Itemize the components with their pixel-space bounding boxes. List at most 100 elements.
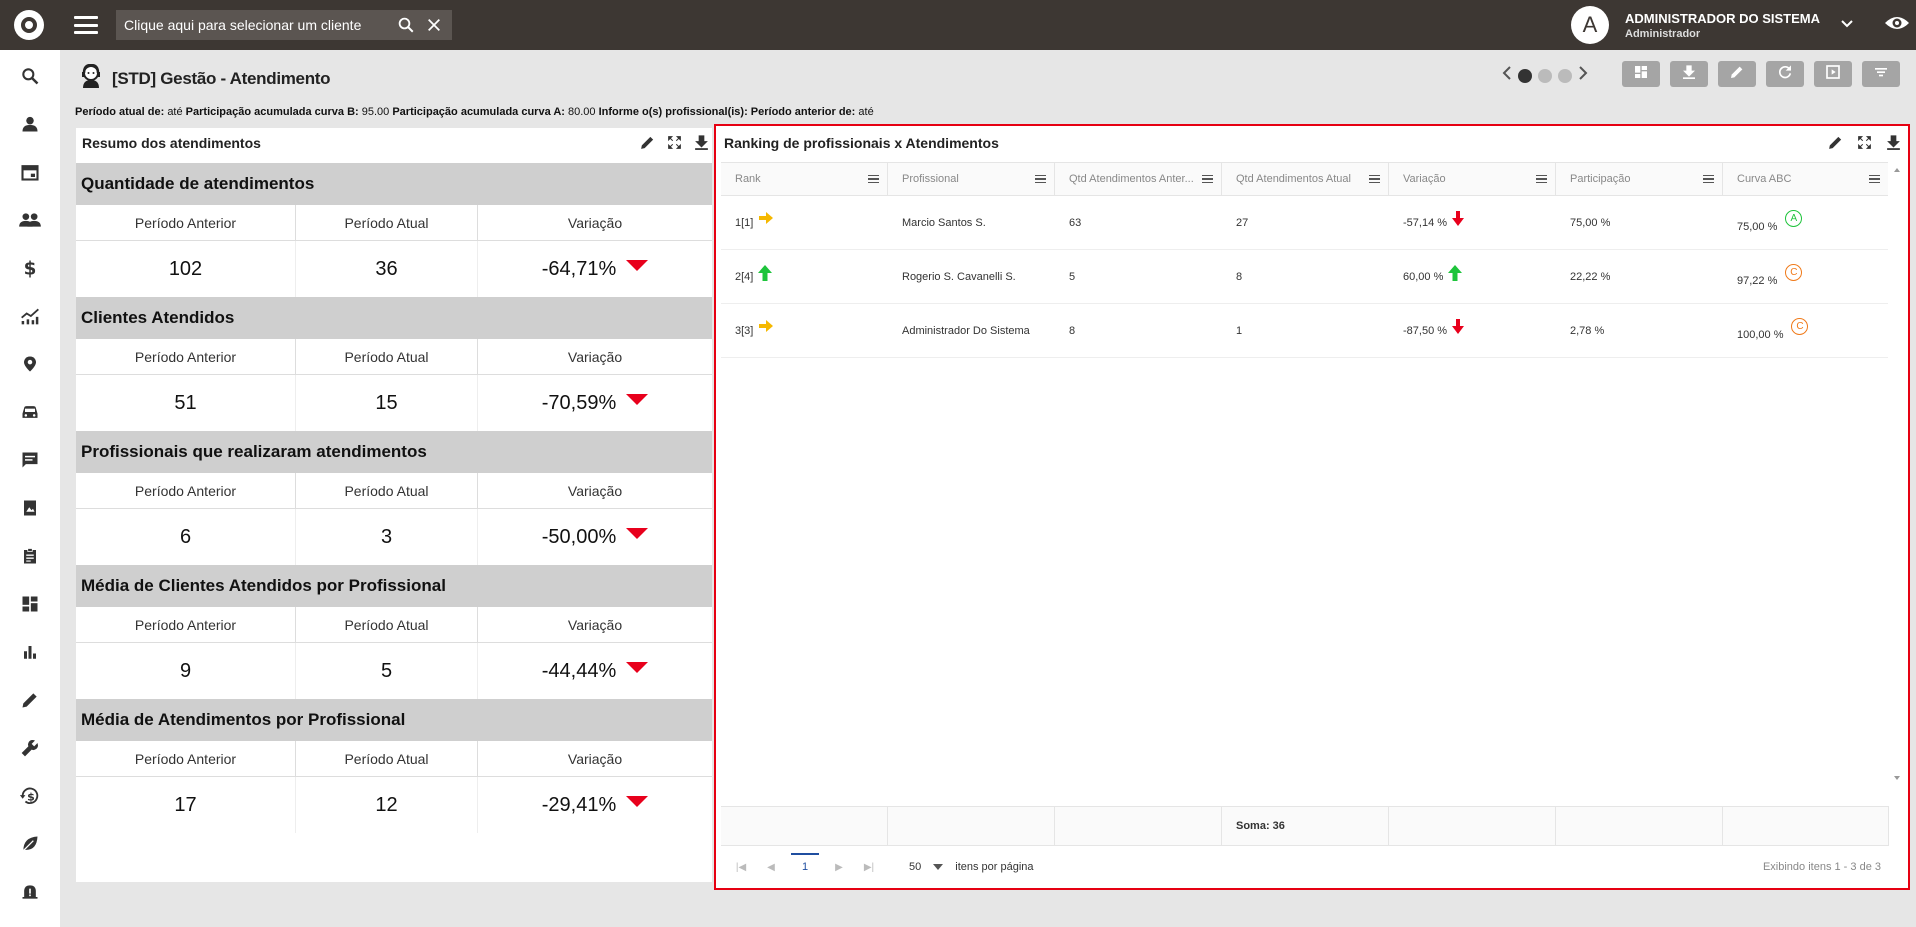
user-role: Administrador (1625, 27, 1701, 40)
metric-block: Clientes Atendidos Período Anterior Perío… (76, 297, 712, 431)
sidebar: $ $ (0, 50, 60, 927)
prev-page-button[interactable]: ◀ (761, 857, 781, 877)
participacao-cell: 2,78 % (1570, 324, 1605, 337)
value-prev: 51 (76, 375, 296, 431)
table-row[interactable]: 2[4] Rogerio S. Cavanelli S. 5 8 60,00 %… (721, 250, 1889, 304)
chevron-down-icon[interactable] (1840, 16, 1854, 34)
column-header[interactable]: Participação (1556, 163, 1723, 195)
chevron-right-icon[interactable] (1578, 65, 1588, 86)
client-search-input[interactable] (124, 17, 390, 33)
column-header[interactable]: Curva ABC (1723, 163, 1889, 195)
car-icon[interactable] (18, 400, 42, 424)
pencil-icon[interactable] (1827, 134, 1844, 156)
download-icon[interactable] (1885, 134, 1902, 156)
support-agent-icon (80, 63, 102, 93)
page-number[interactable]: 1 (791, 853, 819, 875)
group-icon[interactable] (18, 208, 42, 232)
column-header[interactable]: Variação (1389, 163, 1556, 195)
panel-title: Resumo dos atendimentos (82, 135, 261, 151)
curve-c-badge: C (1785, 264, 1803, 281)
bar-chart-icon[interactable] (18, 640, 42, 664)
last-page-button[interactable]: ▶| (859, 857, 879, 877)
expand-icon[interactable] (1856, 134, 1873, 156)
location-icon[interactable] (18, 352, 42, 376)
download-icon[interactable] (693, 134, 710, 156)
page-dot[interactable] (1558, 68, 1572, 83)
chevron-left-icon[interactable] (1502, 65, 1512, 86)
page-size-select[interactable]: 50 (909, 861, 944, 873)
presentation-button[interactable] (1814, 61, 1852, 87)
rank-cell: 3[3] (735, 324, 754, 337)
ranking-grid: Rank Profissional Qtd Atendimentos Anter… (721, 162, 1889, 358)
column-menu-icon[interactable] (1536, 174, 1547, 184)
variacao-cell: 60,00 % (1403, 270, 1444, 283)
leaf-icon[interactable] (18, 832, 42, 856)
column-header[interactable]: Rank (721, 163, 888, 195)
first-page-button[interactable]: |◀ (731, 857, 751, 877)
column-header[interactable]: Qtd Atendimentos Atual (1222, 163, 1389, 195)
app-logo[interactable] (14, 10, 44, 40)
expand-icon[interactable] (666, 134, 683, 156)
table-row[interactable]: 3[3] Administrador Do Sistema 8 1 -87,50… (721, 304, 1889, 358)
atual-cell: 1 (1236, 324, 1243, 337)
eye-icon[interactable] (1884, 14, 1910, 37)
column-menu-icon[interactable] (1202, 174, 1213, 184)
next-page-button[interactable]: ▶ (829, 857, 849, 877)
menu-toggle-button[interactable] (74, 16, 98, 34)
arrow-right-icon (759, 212, 774, 227)
arrow-down-icon (1452, 211, 1465, 230)
curve-a-badge: A (1785, 210, 1803, 227)
page-header: [STD] Gestão - Atendimento (80, 63, 331, 93)
search-icon[interactable] (394, 13, 418, 37)
col-prev: Período Anterior (76, 741, 296, 776)
metric-block: Profissionais que realizaram atendimento… (76, 431, 712, 565)
atual-cell: 27 (1236, 216, 1249, 229)
wrench-icon[interactable] (18, 736, 42, 760)
column-menu-icon[interactable] (1035, 174, 1046, 184)
search-icon[interactable] (18, 64, 42, 88)
layout-button[interactable] (1622, 61, 1660, 87)
page-dot[interactable] (1518, 68, 1532, 83)
column-header[interactable]: Profissional (888, 163, 1055, 195)
trend-chart-icon[interactable] (18, 304, 42, 328)
refresh-button[interactable] (1766, 61, 1804, 87)
person-icon[interactable] (18, 112, 42, 136)
acumulado-cell: 75,00 % (1737, 220, 1778, 233)
column-menu-icon[interactable] (1369, 174, 1380, 184)
anterior-cell: 63 (1069, 216, 1082, 229)
dashboard-icon[interactable] (18, 592, 42, 616)
svg-text:$: $ (24, 259, 37, 279)
dollar-icon[interactable]: $ (18, 256, 42, 280)
clipboard-icon[interactable] (18, 544, 42, 568)
column-menu-icon[interactable] (1703, 174, 1714, 184)
play-icon (1825, 64, 1841, 85)
pencil-icon[interactable] (18, 688, 42, 712)
download-button[interactable] (1670, 61, 1708, 87)
column-header[interactable]: Qtd Atendimentos Anter... (1055, 163, 1222, 195)
param-value: até (167, 106, 183, 118)
column-menu-icon[interactable] (868, 174, 879, 184)
vertical-scrollbar[interactable] (1888, 162, 1906, 786)
value-curr: 36 (296, 241, 478, 297)
col-var: Variação (567, 214, 623, 231)
chat-icon[interactable] (18, 448, 42, 472)
clear-icon[interactable] (422, 13, 446, 37)
user-menu[interactable]: A ADMINISTRADOR DO SISTEMA Administrador (1571, 0, 1916, 50)
metric-title: Média de Clientes Atendidos por Profissi… (76, 565, 712, 607)
pencil-icon[interactable] (639, 134, 656, 156)
pencil-icon (1729, 64, 1745, 85)
filter-params: Período atual de: até Participação acumu… (75, 106, 874, 118)
value-prev: 6 (76, 509, 296, 565)
calendar-icon[interactable] (18, 160, 42, 184)
filter-button[interactable] (1862, 61, 1900, 87)
alert-bell-icon[interactable] (18, 880, 42, 904)
variacao-cell: -87,50 % (1403, 324, 1448, 337)
column-menu-icon[interactable] (1869, 174, 1880, 184)
value-prev: 17 (76, 777, 296, 833)
image-book-icon[interactable] (18, 496, 42, 520)
table-row[interactable]: 1[1] Marcio Santos S. 63 27 -57,14 % 75,… (721, 196, 1889, 250)
page-dot[interactable] (1538, 68, 1552, 83)
money-cycle-icon[interactable]: $ (18, 784, 42, 808)
edit-button[interactable] (1718, 61, 1756, 87)
down-triangle-icon (626, 393, 649, 405)
